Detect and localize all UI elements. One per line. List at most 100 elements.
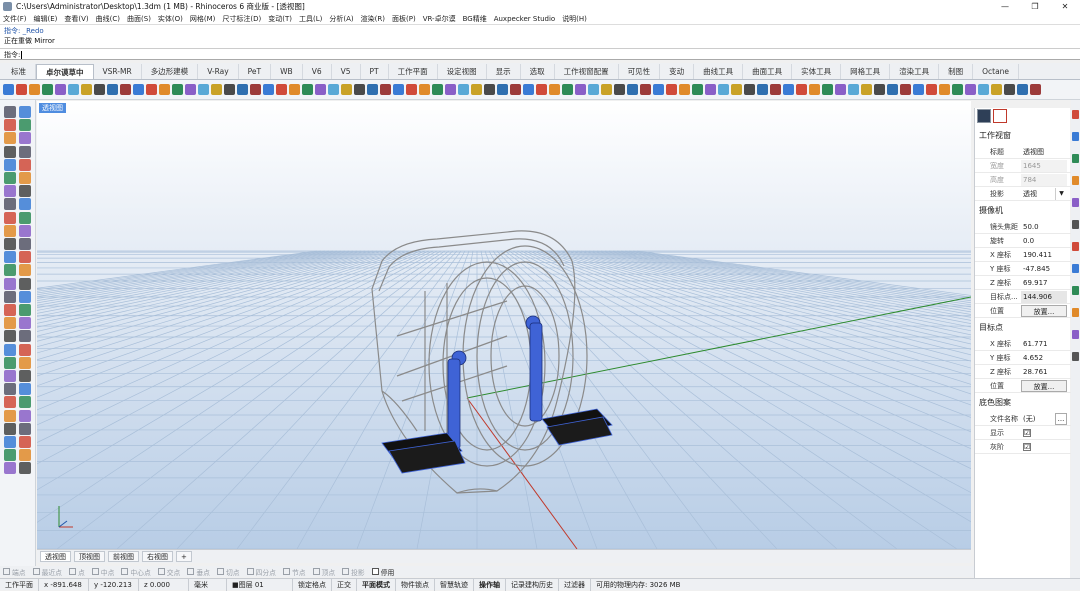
- osnap-checkbox[interactable]: [187, 568, 195, 575]
- toolbar-tool-icon[interactable]: [211, 84, 222, 95]
- tool-icon[interactable]: [4, 277, 16, 290]
- toolbar-tool-icon[interactable]: [276, 84, 287, 95]
- toolbar-tool-icon[interactable]: [757, 84, 768, 95]
- viewport-tab-front[interactable]: 前视图: [108, 551, 139, 562]
- osnap-toggle[interactable]: 中点: [91, 567, 114, 577]
- toolbar-tool-icon[interactable]: [250, 84, 261, 95]
- target-y-field[interactable]: 4.652: [1021, 352, 1067, 364]
- menu-render[interactable]: 渲染(R): [361, 14, 385, 24]
- tab-vray[interactable]: V-Ray: [198, 64, 239, 79]
- tool-icon[interactable]: [4, 317, 16, 330]
- toolbar-tool-icon[interactable]: [640, 84, 651, 95]
- menu-surface[interactable]: 曲面(S): [127, 14, 151, 24]
- tool-icon[interactable]: [19, 356, 31, 369]
- tab-v5[interactable]: V5: [332, 64, 361, 79]
- menu-bg[interactable]: BG精维: [463, 14, 487, 24]
- menu-auxpecker[interactable]: Auxpecker Studio: [494, 15, 555, 23]
- tool-icon[interactable]: [4, 422, 16, 435]
- toolbar-tool-icon[interactable]: [315, 84, 326, 95]
- tab-transform[interactable]: 变动: [660, 64, 695, 79]
- tab-viewport-layout[interactable]: 工作视窗配置: [555, 64, 619, 79]
- camera-place-button[interactable]: 放置...: [1021, 305, 1067, 317]
- osnap-toggle[interactable]: 顶点: [312, 567, 335, 577]
- osnap-checkbox[interactable]: [246, 568, 254, 575]
- tab-standard[interactable]: 标准: [2, 64, 36, 79]
- close-button[interactable]: ✕: [1050, 0, 1080, 13]
- toolbar-tool-icon[interactable]: [705, 84, 716, 95]
- tool-icon[interactable]: [19, 158, 31, 171]
- toolbar-tool-icon[interactable]: [523, 84, 534, 95]
- status-toggle[interactable]: 平面模式: [357, 578, 396, 591]
- tool-icon[interactable]: [4, 158, 16, 171]
- status-toggle[interactable]: 锁定格点: [293, 578, 332, 591]
- tool-icon[interactable]: [4, 251, 16, 264]
- panel-tab-icon[interactable]: [1072, 286, 1079, 295]
- tab-mesh-tools[interactable]: 网格工具: [841, 64, 891, 79]
- toolbar-tool-icon[interactable]: [55, 84, 66, 95]
- toolbar-tool-icon[interactable]: [939, 84, 950, 95]
- osnap-checkbox[interactable]: [157, 568, 165, 575]
- viewport-tab-top[interactable]: 顶视图: [74, 551, 105, 562]
- tool-icon[interactable]: [19, 119, 31, 132]
- menu-mesh[interactable]: 网格(M): [190, 14, 216, 24]
- toolbar-tool-icon[interactable]: [874, 84, 885, 95]
- tool-icon[interactable]: [4, 383, 16, 396]
- tab-v6[interactable]: V6: [303, 64, 332, 79]
- tool-icon[interactable]: [19, 172, 31, 184]
- tool-icon[interactable]: [19, 224, 31, 237]
- toolbar-tool-icon[interactable]: [81, 84, 92, 95]
- toolbar-tool-icon[interactable]: [341, 84, 352, 95]
- toolbar-tool-icon[interactable]: [107, 84, 118, 95]
- perspective-viewport[interactable]: [37, 101, 971, 549]
- toolbar-tool-icon[interactable]: [68, 84, 79, 95]
- osnap-toggle[interactable]: 停用: [371, 567, 394, 577]
- toolbar-tool-icon[interactable]: [692, 84, 703, 95]
- toolbar-tool-icon[interactable]: [198, 84, 209, 95]
- osnap-toggle[interactable]: 中心点: [121, 567, 151, 577]
- toolbar-tool-icon[interactable]: [367, 84, 378, 95]
- tool-icon[interactable]: [19, 198, 31, 211]
- toolbar-tool-icon[interactable]: [991, 84, 1002, 95]
- target-z-field[interactable]: 28.761: [1021, 366, 1067, 378]
- toolbar-tool-icon[interactable]: [913, 84, 924, 95]
- tool-icon[interactable]: [19, 422, 31, 435]
- toolbar-tool-icon[interactable]: [393, 84, 404, 95]
- tool-icon[interactable]: [4, 145, 16, 158]
- menu-tools[interactable]: 工具(L): [299, 14, 322, 24]
- menu-vr[interactable]: VR-卓尔谟: [423, 14, 456, 24]
- panel-tab-icon[interactable]: [1072, 176, 1079, 185]
- tab-display[interactable]: 显示: [487, 64, 521, 79]
- toolbar-tool-icon[interactable]: [796, 84, 807, 95]
- tab-octane[interactable]: Octane: [973, 64, 1020, 79]
- toolbar-tool-icon[interactable]: [159, 84, 170, 95]
- toolbar-tool-icon[interactable]: [562, 84, 573, 95]
- toolbar-tool-icon[interactable]: [42, 84, 53, 95]
- tool-icon[interactable]: [19, 106, 31, 118]
- panel-tab-icon[interactable]: [1072, 220, 1079, 229]
- osnap-checkbox[interactable]: [32, 568, 40, 575]
- tab-visibility[interactable]: 可见性: [619, 64, 661, 79]
- toolbar-tool-icon[interactable]: [575, 84, 586, 95]
- toolbar-tool-icon[interactable]: [926, 84, 937, 95]
- toolbar-tool-icon[interactable]: [484, 84, 495, 95]
- toolbar-tool-icon[interactable]: [328, 84, 339, 95]
- osnap-toggle[interactable]: 四分点: [246, 567, 276, 577]
- toolbar-tool-icon[interactable]: [536, 84, 547, 95]
- tab-wb[interactable]: WB: [271, 64, 303, 79]
- tool-icon[interactable]: [4, 449, 16, 462]
- toolbar-tool-icon[interactable]: [627, 84, 638, 95]
- menu-view[interactable]: 查看(V): [64, 14, 88, 24]
- tool-icon[interactable]: [19, 396, 31, 409]
- tool-icon[interactable]: [19, 211, 31, 224]
- tab-surface-tools[interactable]: 曲面工具: [743, 64, 793, 79]
- toolbar-tool-icon[interactable]: [510, 84, 521, 95]
- toolbar-tool-icon[interactable]: [770, 84, 781, 95]
- viewport-title[interactable]: 透视图: [39, 103, 66, 113]
- toolbar-tool-icon[interactable]: [887, 84, 898, 95]
- osnap-checkbox[interactable]: [3, 568, 10, 575]
- panel-tab-icon[interactable]: [1072, 154, 1079, 163]
- tool-icon[interactable]: [19, 290, 31, 303]
- osnap-checkbox[interactable]: [282, 568, 290, 575]
- tool-icon[interactable]: [4, 211, 16, 224]
- toolbar-tool-icon[interactable]: [354, 84, 365, 95]
